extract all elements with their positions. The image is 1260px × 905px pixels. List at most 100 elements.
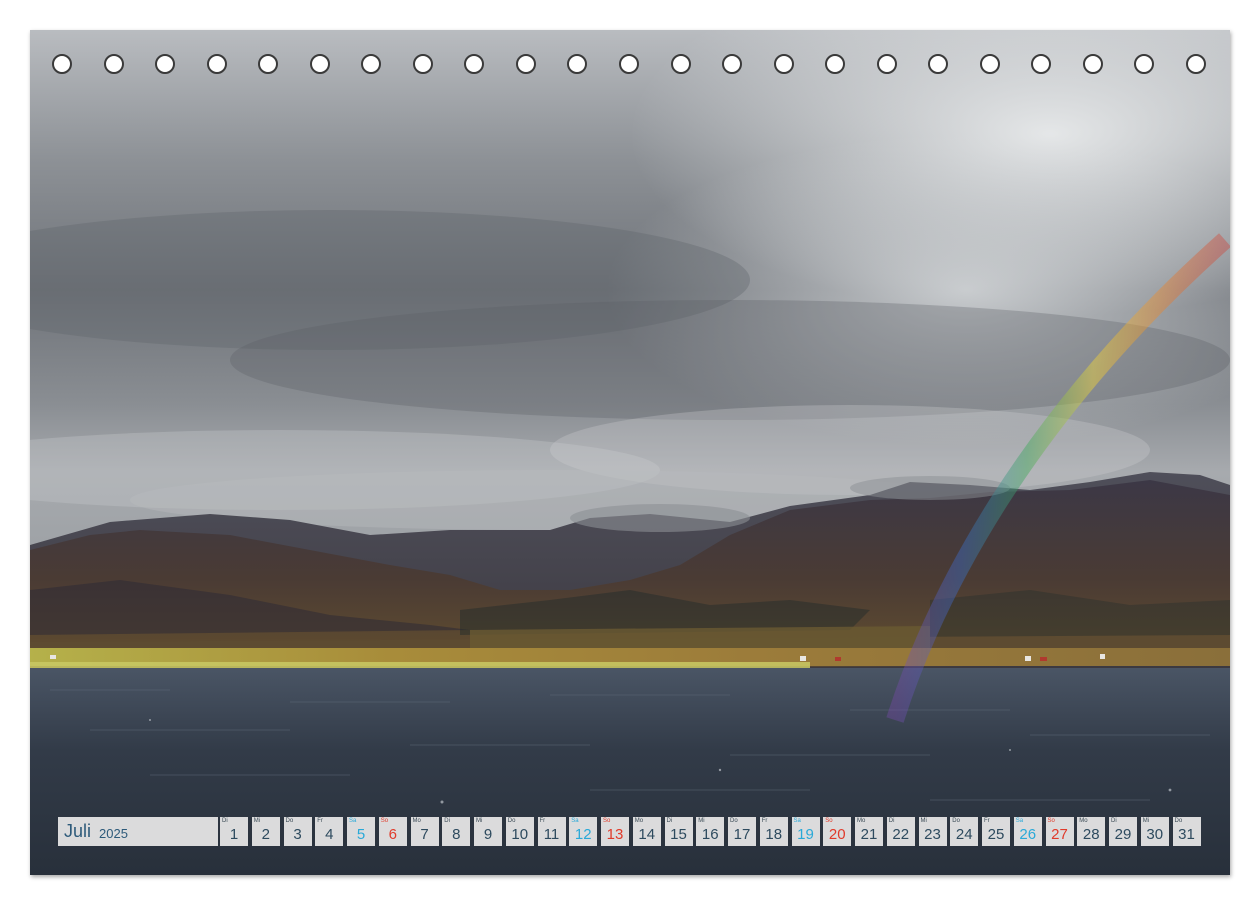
day-cell: Do 17 (728, 817, 756, 846)
day-number: 31 (1178, 826, 1195, 843)
weekday-label: Do (285, 818, 294, 824)
weekday-label: So (603, 818, 611, 824)
day-cell: Di 29 (1109, 817, 1137, 846)
day-number: 11 (543, 826, 560, 843)
binding-hole (1186, 54, 1206, 74)
weekday-label: Fr (984, 818, 990, 824)
binding-hole (412, 54, 433, 74)
binding-hole (103, 54, 124, 74)
weekday-label: Do (730, 818, 738, 824)
binding-hole (567, 54, 588, 74)
day-number: 30 (1146, 826, 1164, 843)
day-cell: Do 3 (283, 817, 312, 846)
day-number: 23 (924, 826, 941, 843)
binding-hole (1031, 54, 1052, 74)
weekday-label: Mi (253, 818, 261, 824)
day-number: 15 (670, 826, 687, 843)
day-cell: Mi 30 (1140, 817, 1169, 846)
binding-hole (206, 54, 227, 74)
day-number: 3 (293, 826, 302, 843)
weekday-label: Do (1174, 818, 1183, 824)
day-number: 27 (1051, 826, 1068, 843)
binding-hole (515, 54, 536, 74)
binding-hole (1134, 54, 1155, 74)
day-cell: Di 15 (664, 817, 693, 846)
day-cell: Mo 14 (632, 817, 661, 846)
month-label-box: Juli 2025 (58, 817, 218, 846)
day-cell: Mi 16 (696, 817, 725, 846)
binding-hole (258, 54, 279, 74)
day-cell: Fr 11 (537, 817, 566, 846)
weekday-label: Di (444, 818, 450, 824)
day-number: 17 (733, 826, 751, 843)
day-cell: So 6 (378, 817, 407, 846)
binding-hole (773, 54, 794, 74)
binding-hole (979, 54, 1000, 74)
binding-hole (670, 54, 691, 74)
weekday-label: Mo (1079, 818, 1088, 824)
day-number: 14 (638, 826, 656, 843)
weekday-label: Mi (920, 818, 927, 824)
weekday-label: So (825, 818, 833, 824)
day-cell: Sa 5 (347, 817, 375, 846)
day-number: 29 (1114, 826, 1132, 843)
day-cell: So 27 (1045, 817, 1074, 846)
day-cell: Do 10 (505, 817, 534, 846)
binding-hole (722, 54, 743, 74)
day-cell: So 20 (823, 817, 852, 846)
day-number: 22 (892, 826, 910, 843)
month-year: 2025 (99, 826, 128, 841)
binding-hole (155, 54, 176, 74)
weekday-label: Mo (857, 818, 866, 824)
day-number: 4 (325, 826, 334, 843)
day-number: 21 (860, 826, 878, 843)
day-number: 12 (574, 826, 592, 843)
day-cell: Mo 21 (855, 817, 883, 846)
day-number: 10 (511, 826, 529, 843)
weekday-label: Sa (349, 818, 357, 824)
weekday-label: Di (222, 818, 228, 824)
weekday-label: Di (888, 818, 895, 824)
day-cell: Di 22 (886, 817, 915, 846)
landscape-photo (30, 30, 1230, 875)
day-number: 8 (452, 826, 461, 843)
day-cell: Fr 18 (759, 817, 788, 846)
day-number: 13 (606, 826, 624, 843)
day-cell: Mo 7 (410, 817, 439, 846)
day-number: 26 (1019, 826, 1037, 843)
day-number: 16 (701, 826, 719, 843)
weekday-label: Di (1111, 818, 1117, 824)
day-number: 24 (955, 826, 973, 843)
day-number: 1 (229, 826, 239, 843)
day-cell: Mo 28 (1077, 817, 1106, 846)
weekday-label: Do (507, 818, 516, 824)
day-cell: Sa 19 (791, 817, 820, 846)
weekday-label: Do (952, 818, 960, 824)
day-number: 7 (420, 826, 429, 843)
weekday-label: Mi (1142, 818, 1150, 824)
day-cell: Do 24 (950, 817, 979, 846)
day-number: 19 (797, 826, 814, 843)
binding-hole (928, 54, 949, 74)
day-number: 9 (483, 826, 493, 843)
weekday-label: Di (666, 818, 673, 824)
month-name: Juli (64, 821, 92, 841)
day-cell: Sa 12 (569, 817, 598, 846)
binding-hole (876, 54, 897, 74)
month-calendar-strip: Juli 2025 Di 1 Mi 2 Do 3 Fr 4 Sa 5 So 6 Mo 7 Di 8 Mi 9 Do 1… (58, 817, 1203, 846)
day-cell: Di 1 (220, 817, 248, 846)
weekday-label: Mo (412, 818, 421, 824)
binding-hole (464, 54, 485, 74)
weekday-label: Sa (571, 818, 579, 824)
weekday-label: So (1047, 818, 1055, 824)
weekday-label: Mo (634, 818, 644, 824)
day-cell: Sa 26 (1013, 817, 1042, 846)
binding-hole (825, 54, 846, 74)
day-number: 25 (987, 826, 1005, 843)
binding-hole (361, 54, 382, 74)
weekday-label: Sa (1015, 818, 1024, 824)
weekday-label: Mi (476, 818, 483, 824)
weekday-label: So (380, 818, 389, 824)
weekday-label: Fr (761, 818, 768, 824)
binding-hole (309, 54, 330, 74)
